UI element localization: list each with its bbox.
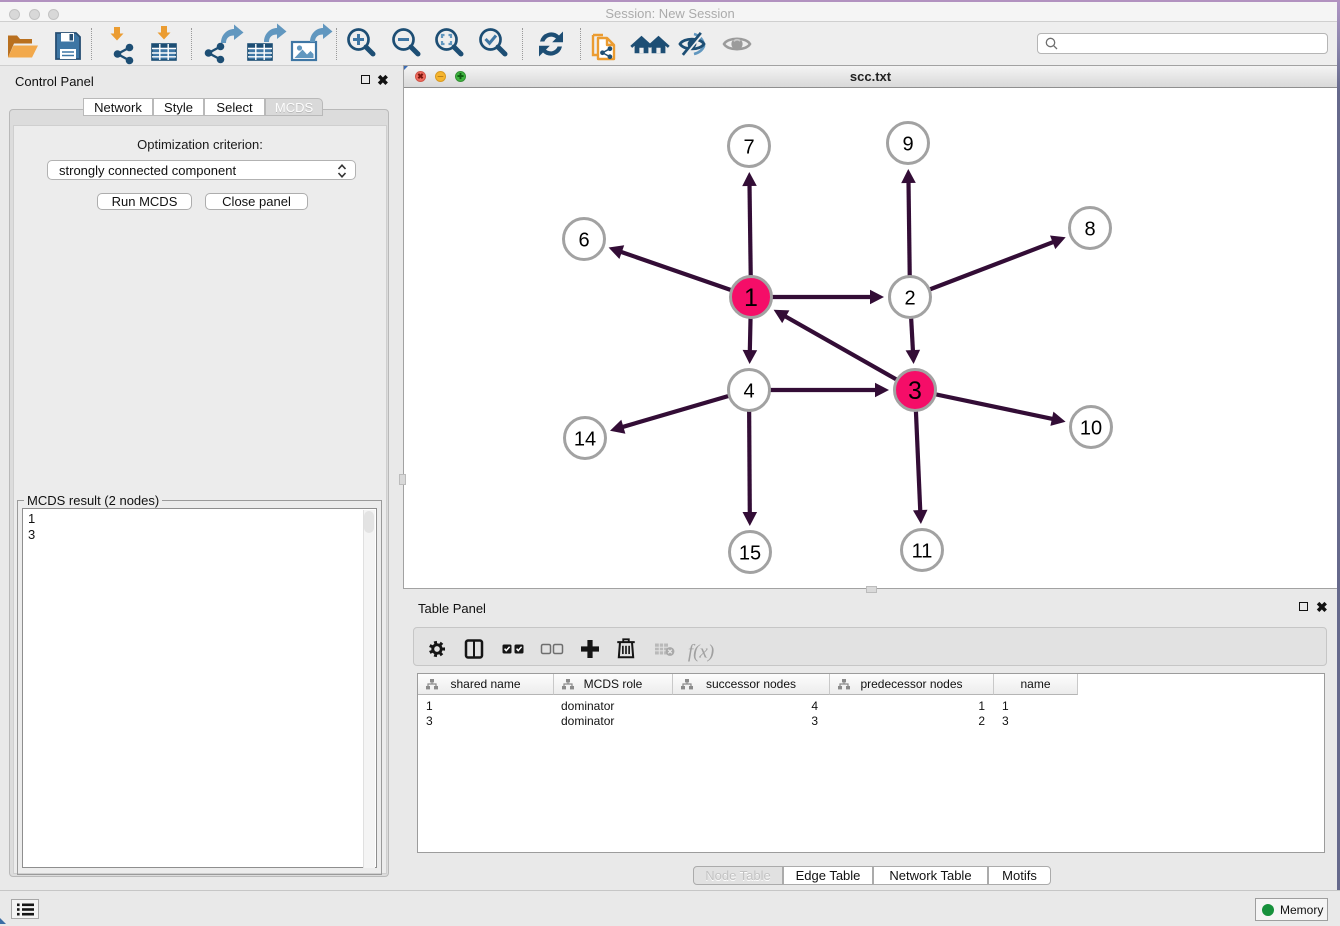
- svg-text:3: 3: [908, 377, 922, 405]
- svg-text:2: 2: [904, 287, 915, 309]
- svg-text:6: 6: [578, 229, 589, 251]
- svg-text:4: 4: [743, 380, 754, 402]
- svg-text:7: 7: [743, 136, 754, 158]
- svg-text:10: 10: [1080, 417, 1102, 439]
- svg-text:f(x): f(x): [688, 642, 714, 663]
- svg-text:8: 8: [1084, 218, 1095, 240]
- svg-text:9: 9: [902, 133, 913, 155]
- svg-text:15: 15: [739, 542, 761, 564]
- svg-text:1: 1: [744, 284, 758, 312]
- svg-text:14: 14: [574, 428, 596, 450]
- svg-text:11: 11: [912, 540, 933, 562]
